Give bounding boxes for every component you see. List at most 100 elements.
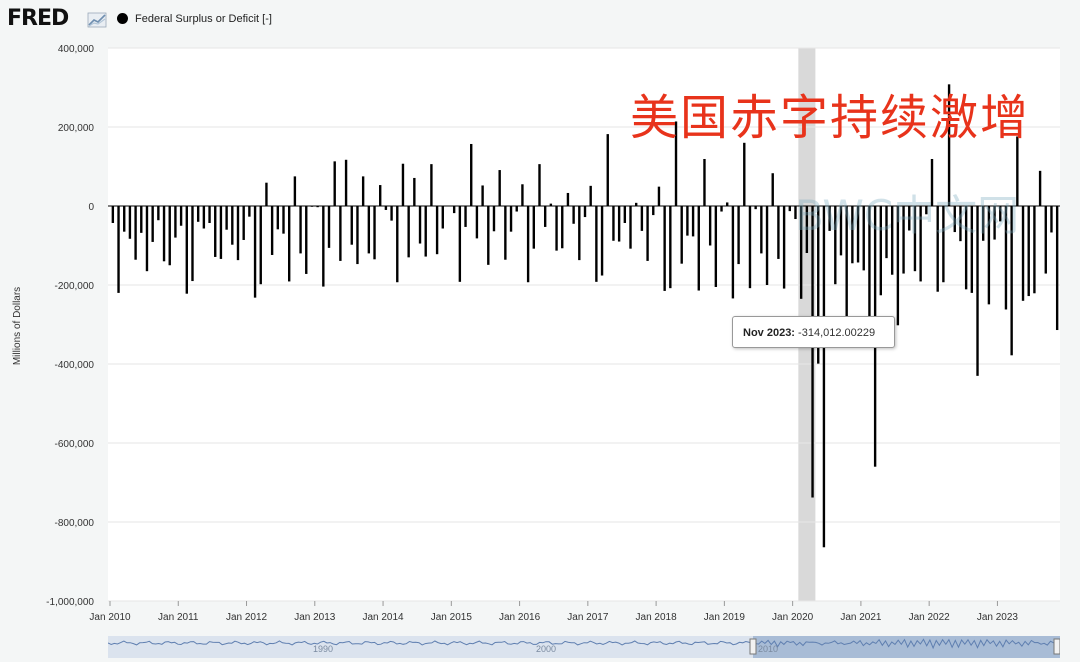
- bar[interactable]: [475, 206, 479, 239]
- bar[interactable]: [384, 206, 388, 210]
- bar[interactable]: [379, 185, 382, 206]
- bar[interactable]: [1050, 206, 1053, 233]
- bar[interactable]: [640, 206, 644, 231]
- bar[interactable]: [248, 206, 251, 217]
- bar[interactable]: [646, 206, 649, 261]
- bar[interactable]: [225, 206, 228, 230]
- bar[interactable]: [680, 206, 683, 264]
- bar[interactable]: [697, 206, 700, 291]
- bar[interactable]: [396, 206, 399, 283]
- bar[interactable]: [1044, 206, 1047, 274]
- bar[interactable]: [111, 206, 115, 223]
- bar[interactable]: [452, 206, 456, 214]
- bar[interactable]: [162, 206, 166, 262]
- bar[interactable]: [435, 206, 439, 255]
- bar[interactable]: [595, 206, 598, 282]
- bar[interactable]: [612, 206, 615, 241]
- bar[interactable]: [532, 206, 535, 249]
- bar[interactable]: [117, 206, 120, 293]
- bar[interactable]: [305, 206, 308, 274]
- bar[interactable]: [487, 206, 490, 265]
- navigator-handle-left[interactable]: [749, 638, 757, 655]
- bar[interactable]: [1038, 170, 1042, 206]
- bar[interactable]: [333, 161, 336, 206]
- fred-logo[interactable]: FRED: [7, 6, 69, 31]
- bar[interactable]: [600, 206, 604, 276]
- bar[interactable]: [407, 206, 410, 258]
- bar[interactable]: [509, 206, 513, 232]
- bar[interactable]: [686, 206, 689, 236]
- bar[interactable]: [498, 170, 501, 206]
- bar[interactable]: [561, 206, 564, 249]
- bar[interactable]: [748, 206, 752, 289]
- bar[interactable]: [822, 206, 826, 548]
- bar[interactable]: [151, 206, 154, 242]
- bar[interactable]: [1027, 206, 1030, 297]
- bar[interactable]: [515, 206, 518, 212]
- bar[interactable]: [458, 206, 462, 282]
- bar[interactable]: [401, 163, 405, 206]
- bar[interactable]: [737, 206, 740, 265]
- bar[interactable]: [253, 206, 257, 298]
- bar[interactable]: [327, 206, 331, 248]
- bar[interactable]: [583, 206, 587, 218]
- bar[interactable]: [196, 206, 200, 222]
- bar[interactable]: [714, 206, 718, 287]
- bar[interactable]: [606, 134, 609, 206]
- bar[interactable]: [760, 206, 763, 254]
- bar[interactable]: [202, 206, 206, 229]
- bar[interactable]: [617, 206, 621, 242]
- bar[interactable]: [782, 206, 786, 289]
- bar[interactable]: [708, 206, 712, 246]
- bar[interactable]: [322, 206, 325, 287]
- bar[interactable]: [288, 206, 291, 282]
- bar[interactable]: [356, 206, 359, 265]
- bar[interactable]: [242, 206, 245, 240]
- bar[interactable]: [185, 206, 188, 294]
- bar[interactable]: [481, 185, 484, 206]
- bar[interactable]: [652, 206, 655, 216]
- bar[interactable]: [214, 206, 217, 257]
- bar[interactable]: [361, 176, 365, 207]
- bar[interactable]: [470, 143, 473, 206]
- navigator-handle-right[interactable]: [1053, 638, 1060, 655]
- bar[interactable]: [765, 206, 769, 285]
- bar[interactable]: [566, 192, 570, 206]
- bar[interactable]: [726, 202, 729, 206]
- bar[interactable]: [191, 206, 194, 282]
- bar[interactable]: [390, 206, 393, 221]
- bar[interactable]: [538, 164, 541, 206]
- bar[interactable]: [179, 206, 183, 226]
- bar[interactable]: [344, 159, 348, 206]
- bar[interactable]: [270, 206, 274, 255]
- bar[interactable]: [367, 206, 371, 254]
- bar[interactable]: [1033, 206, 1036, 294]
- range-navigator[interactable]: 1990 2000 2010: [108, 636, 1060, 658]
- bar[interactable]: [771, 173, 774, 206]
- bar[interactable]: [526, 206, 530, 283]
- bar[interactable]: [339, 206, 342, 261]
- bar[interactable]: [418, 206, 422, 244]
- bar[interactable]: [350, 206, 353, 245]
- bar[interactable]: [208, 206, 211, 223]
- bar[interactable]: [293, 176, 297, 207]
- bar[interactable]: [720, 206, 723, 212]
- bar[interactable]: [441, 206, 444, 229]
- bar[interactable]: [788, 206, 791, 212]
- bar[interactable]: [731, 206, 735, 299]
- bar[interactable]: [464, 206, 467, 227]
- legend-series-label[interactable]: Federal Surplus or Deficit [-]: [135, 13, 272, 25]
- bar[interactable]: [282, 206, 285, 234]
- bar[interactable]: [1055, 206, 1059, 331]
- bar[interactable]: [276, 206, 280, 230]
- bar[interactable]: [589, 185, 592, 206]
- bar[interactable]: [157, 206, 160, 221]
- bar[interactable]: [703, 158, 706, 206]
- bar[interactable]: [128, 206, 132, 239]
- bar[interactable]: [777, 206, 780, 259]
- bar[interactable]: [691, 206, 695, 237]
- bar[interactable]: [1021, 206, 1025, 301]
- bar[interactable]: [430, 164, 433, 206]
- bar[interactable]: [743, 142, 746, 206]
- bar[interactable]: [145, 206, 149, 272]
